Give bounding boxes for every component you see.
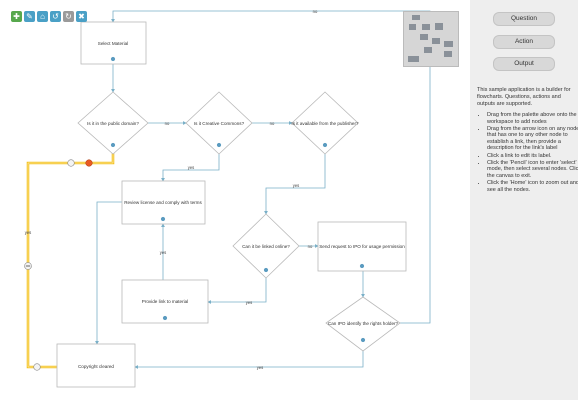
edge-label-cc-publisher[interactable]: no: [270, 121, 275, 126]
palette-question[interactable]: Question: [493, 12, 555, 26]
connector-arrow-icon[interactable]: [162, 315, 168, 321]
node-label-publisher: Is it available from the publisher?: [291, 121, 359, 126]
node-label-select: Select Material: [98, 41, 128, 46]
edge-label-linked-provide[interactable]: yes: [246, 300, 253, 305]
node-label-cleared: Copyright cleared: [78, 364, 114, 369]
node-label-linked: Can it be linked online?: [242, 244, 290, 249]
redo-icon[interactable]: ↻: [63, 11, 74, 22]
minimap-node: [444, 51, 452, 57]
help-item: Drag from the palette above onto the wor…: [487, 112, 578, 125]
minimap-node: [432, 38, 440, 44]
help-item: Click the 'Pencil' icon to enter 'select…: [487, 160, 578, 180]
minimap-node: [420, 34, 428, 40]
pencil-icon[interactable]: ✎: [24, 11, 35, 22]
edge-label-provide-review[interactable]: yes: [160, 250, 167, 255]
close-icon[interactable]: ✖: [76, 11, 87, 22]
connector-arrow-icon[interactable]: [216, 142, 222, 148]
sidebar: Question Action Output This sample appli…: [470, 0, 578, 400]
edge-public-to-cleared-highlighted: [26, 153, 115, 369]
minimap-node: [424, 47, 432, 53]
help-item: Drag from the arrow icon on any node tha…: [487, 126, 578, 152]
connector-arrow-icon[interactable]: [110, 142, 116, 148]
minimap-node: [408, 56, 419, 62]
edge-label-public-cc[interactable]: no: [165, 121, 170, 126]
node-label-cc: Is it Creative Commons?: [194, 121, 245, 126]
app-description: This sample application is a builder for…: [477, 87, 571, 107]
flowchart-svg[interactable]: no no no yes yes no yes yes yes yes Sele…: [0, 0, 470, 400]
help-item: Click the 'Home' icon to zoom out and se…: [487, 180, 578, 193]
edge-label-linked-ipo[interactable]: no: [308, 244, 313, 249]
edge-handle-end[interactable]: [33, 363, 41, 371]
connector-arrow-icon[interactable]: [359, 263, 365, 269]
node-label-public: Is it in the public domain?: [87, 121, 139, 126]
edge-handle-start[interactable]: [67, 159, 75, 167]
edge-review-to-cleared: [95, 201, 122, 345]
minimap-node: [435, 23, 443, 30]
edge-label-ipo-cleared[interactable]: yes: [257, 365, 264, 370]
home-icon[interactable]: ⌂: [37, 11, 48, 22]
edge-label-highlight-yes[interactable]: yes: [25, 230, 32, 235]
minimap-node: [444, 41, 453, 47]
undo-icon[interactable]: ↺: [50, 11, 61, 22]
edge-label-publisher-linked[interactable]: yes: [293, 183, 300, 188]
connector-arrow-icon[interactable]: [322, 142, 328, 148]
connector-arrow-icon[interactable]: [110, 56, 116, 62]
help-item: Click a link to edit its label.: [487, 153, 578, 160]
flowchart-canvas[interactable]: no no no yes yes no yes yes yes yes Sele…: [0, 0, 470, 400]
edge-label-cc-review[interactable]: yes: [188, 165, 195, 170]
connector-arrow-icon[interactable]: [160, 216, 166, 222]
minimap-node: [409, 24, 416, 30]
connector-arrow-icon[interactable]: [263, 267, 269, 273]
node-label-ipo-send: Send request to IPO for usage permission: [319, 244, 405, 249]
node-label-provide: Provide link to material: [142, 299, 188, 304]
edge-handle-drag[interactable]: [85, 159, 93, 167]
minimap-node: [422, 24, 430, 30]
palette-action[interactable]: Action: [493, 35, 555, 49]
edge-linked-to-provide: [207, 278, 267, 304]
node-label-review: Review license and comply with terms: [124, 200, 202, 205]
edge-ipo-rights-to-select: [111, 10, 431, 324]
help-list: Drag from the palette above onto the wor…: [477, 112, 578, 194]
minimap-node: [412, 15, 420, 20]
palette-output[interactable]: Output: [493, 57, 555, 71]
edge-ipo-rights-to-cleared: [134, 351, 364, 369]
node-label-ipo-rights: Can IPO identify the rights holder?: [328, 321, 399, 326]
minimap[interactable]: [403, 11, 459, 67]
connector-arrow-icon[interactable]: [360, 337, 366, 343]
edge-label-top-no[interactable]: no: [313, 9, 318, 14]
add-icon[interactable]: ✚: [11, 11, 22, 22]
